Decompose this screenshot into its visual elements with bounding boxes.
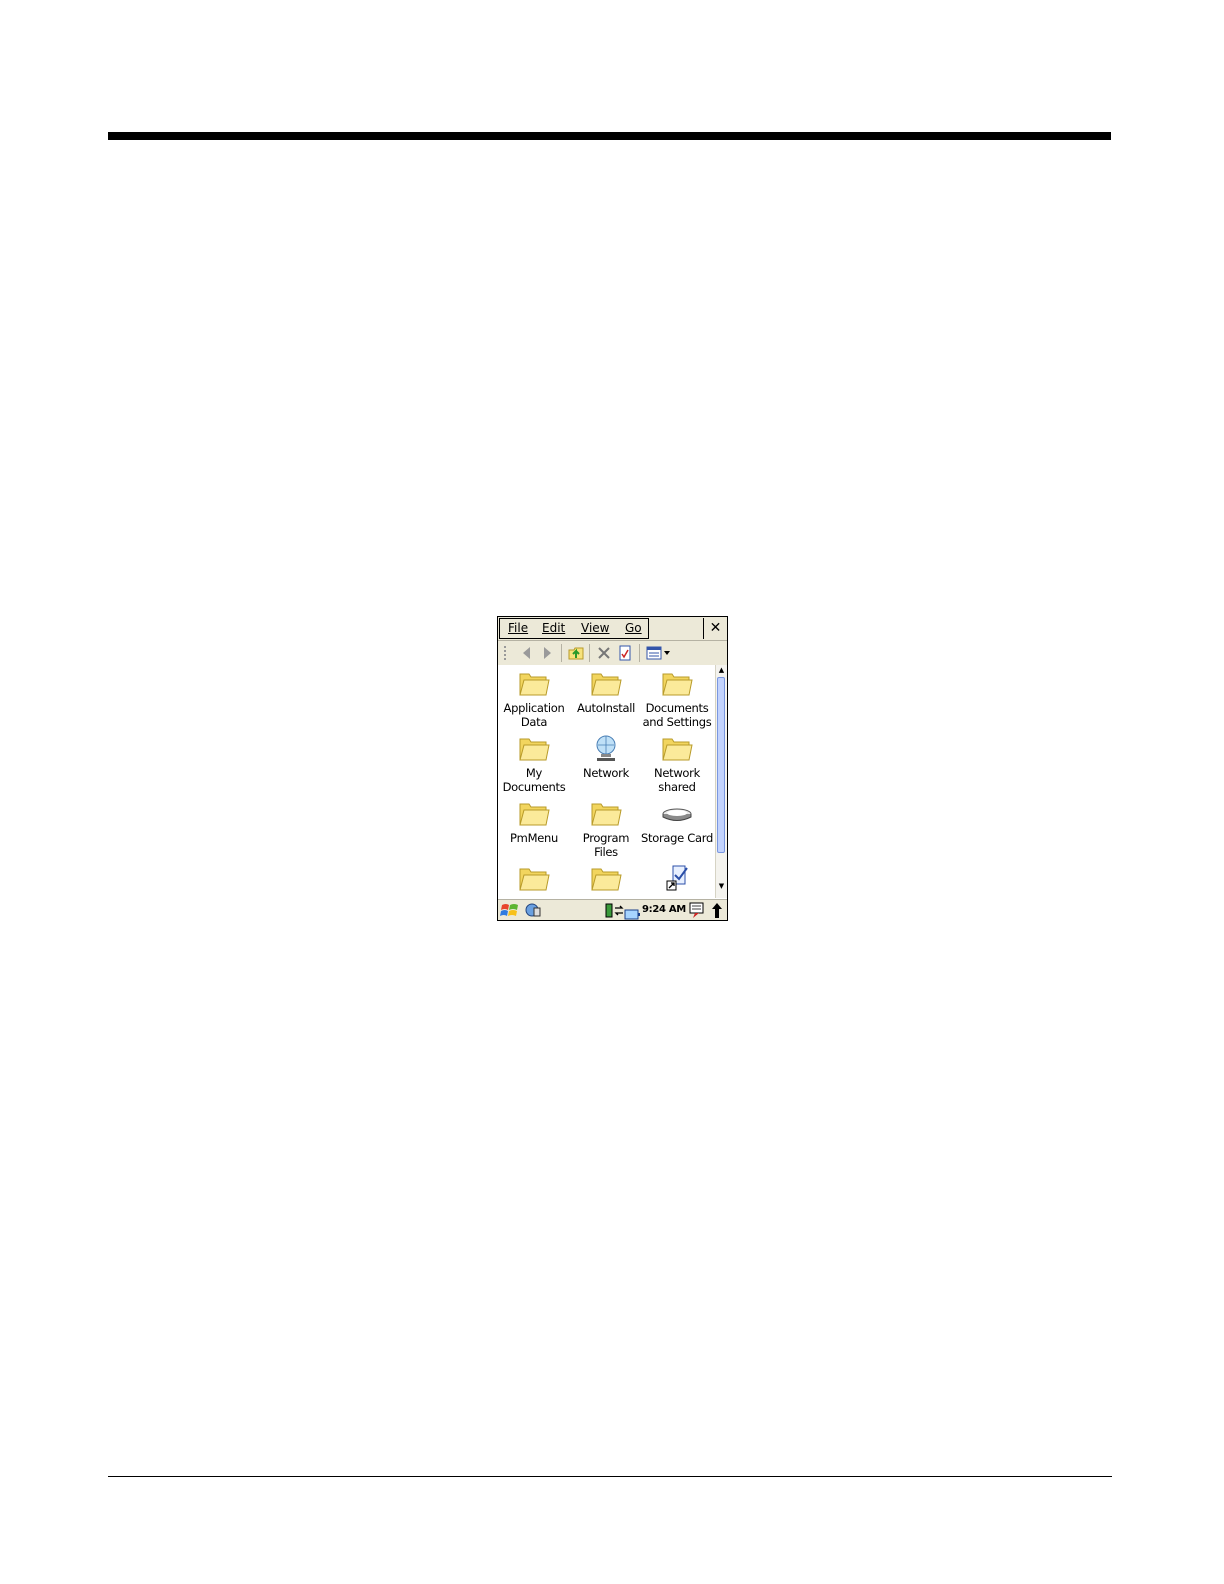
file-list: Application Data AutoInstall Documents a… [498, 665, 714, 898]
up-folder-icon[interactable] [567, 644, 585, 662]
item-pmmenu[interactable]: PmMenu [498, 798, 570, 846]
network-icon [596, 735, 616, 761]
folder-icon [662, 673, 693, 696]
menu-bar: File Edit View Go ✕ [498, 617, 727, 640]
folder-icon [591, 868, 622, 891]
scroll-up-icon[interactable]: ▲ [716, 665, 727, 676]
folder-icon [591, 803, 622, 826]
clock[interactable]: 9:24 AM [642, 904, 686, 915]
close-button[interactable]: ✕ [703, 618, 727, 639]
item-label: Documents and Settings [642, 701, 712, 729]
toolbar-separator [561, 644, 562, 662]
properties-icon[interactable] [616, 644, 634, 662]
item-label: Application Data [503, 701, 565, 729]
back-icon[interactable] [518, 644, 536, 662]
menu-view[interactable]: View [581, 621, 609, 635]
delete-icon[interactable] [595, 644, 613, 662]
item-autoinstall[interactable]: AutoInstall [570, 668, 642, 716]
item-label: Network [583, 766, 629, 780]
item-label: Storage Card [641, 831, 713, 845]
item-folder[interactable] [498, 863, 570, 897]
toolbar-separator [589, 644, 590, 662]
item-label: Program Files [582, 831, 630, 859]
menu-group: File Edit View Go [499, 618, 649, 639]
folder-icon [519, 803, 550, 826]
item-network-shared[interactable]: Network shared [641, 733, 713, 794]
top-rule [108, 132, 1111, 140]
scroll-thumb[interactable] [717, 677, 725, 853]
menu-file[interactable]: File [508, 621, 528, 635]
taskbar: 9:24 AM [498, 899, 727, 920]
menu-edit[interactable]: Edit [542, 621, 565, 635]
item-label: AutoInstall [576, 701, 636, 715]
scroll-down-icon[interactable]: ▼ [716, 881, 727, 892]
toolbar-separator [639, 644, 640, 662]
item-my-documents[interactable]: My Documents [498, 733, 570, 794]
item-label: My Documents [502, 766, 566, 794]
toolbar [498, 640, 727, 665]
device-screen: File Edit View Go ✕ Application Data Aut… [497, 616, 728, 921]
menu-go[interactable]: Go [625, 621, 642, 635]
forward-icon[interactable] [538, 644, 556, 662]
folder-icon [519, 738, 550, 761]
app-switch-icon[interactable] [524, 902, 542, 919]
item-label: Network shared [654, 766, 700, 794]
start-icon[interactable] [500, 901, 520, 920]
bottom-rule [108, 1476, 1112, 1477]
vertical-scrollbar[interactable]: ▲ ▼ [715, 665, 727, 898]
input-panel-icon[interactable] [689, 902, 705, 919]
shortcut-icon [666, 865, 688, 891]
item-documents-and-settings[interactable]: Documents and Settings [641, 668, 713, 729]
item-shortcut[interactable] [641, 863, 713, 897]
item-application-data[interactable]: Application Data [498, 668, 570, 729]
storage-card-icon [662, 808, 692, 821]
item-label: PmMenu [510, 831, 558, 845]
folder-icon [519, 868, 550, 891]
item-network[interactable]: Network [570, 733, 642, 781]
item-storage-card[interactable]: Storage Card [641, 798, 713, 846]
battery-icon [624, 905, 640, 920]
view-mode-icon[interactable] [645, 644, 673, 662]
taskbar-up-arrow-icon[interactable] [710, 902, 724, 919]
item-program-files[interactable]: Program Files [570, 798, 642, 859]
battery-level-icon [605, 903, 613, 918]
toolbar-grip[interactable] [504, 646, 506, 660]
item-folder[interactable] [570, 863, 642, 897]
folder-icon [662, 738, 693, 761]
sync-icon [614, 903, 624, 918]
folder-icon [519, 673, 550, 696]
folder-icon [591, 673, 622, 696]
